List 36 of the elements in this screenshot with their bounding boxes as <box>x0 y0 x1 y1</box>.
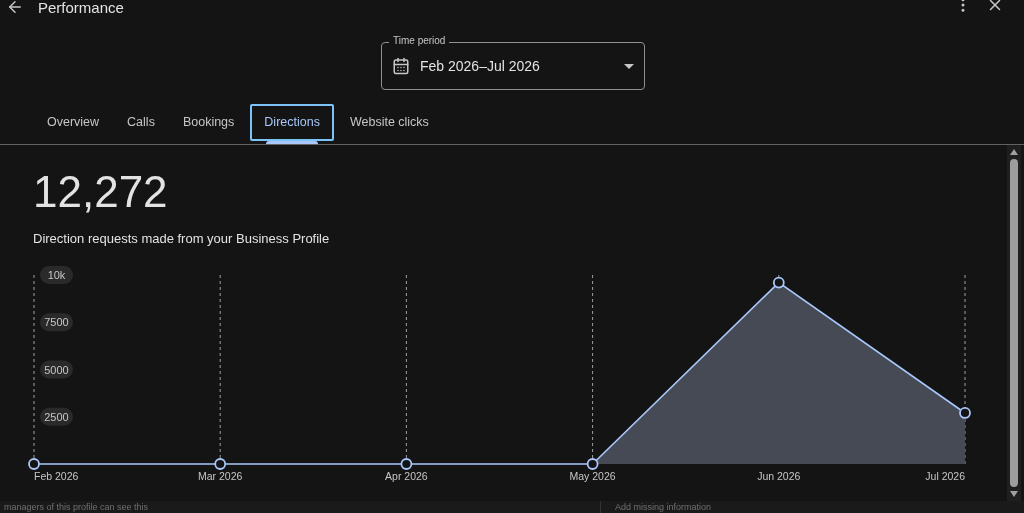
scroll-up-icon[interactable] <box>1010 149 1018 155</box>
time-period-value: Feb 2026–Jul 2026 <box>420 56 541 76</box>
footer-note: managers of this profile can see this <box>3 501 150 513</box>
scroll-down-icon[interactable] <box>1010 491 1018 497</box>
y-axis-label: 10k <box>40 265 73 284</box>
page-title: Performance <box>38 0 124 16</box>
x-axis-label: Jul 2026 <box>925 469 965 482</box>
x-axis-label: May 2026 <box>569 469 616 482</box>
y-tick-label: 2500 <box>44 410 69 423</box>
tab[interactable]: Website clicks <box>337 104 441 141</box>
data-point <box>586 457 599 470</box>
time-period-label: Time period <box>389 35 450 47</box>
x-axis-label: Feb 2026 <box>34 469 79 482</box>
y-tick-label: 10k <box>47 268 66 281</box>
tab[interactable]: Directions <box>250 104 334 141</box>
data-point <box>772 276 785 288</box>
data-point <box>214 457 227 470</box>
y-axis-label: 5000 <box>40 360 73 378</box>
y-tick-label: 7500 <box>44 315 69 328</box>
metric-value: 12,272 <box>33 167 169 217</box>
tab[interactable]: Overview <box>35 104 112 141</box>
y-axis-label: 2500 <box>40 407 73 426</box>
data-point <box>400 457 413 470</box>
data-point <box>28 457 40 470</box>
tab[interactable]: Calls <box>115 104 167 141</box>
data-point <box>959 406 971 419</box>
calendar-icon <box>392 57 410 75</box>
y-axis-label: 7500 <box>40 312 73 331</box>
x-axis-label: Mar 2026 <box>198 469 243 482</box>
y-tick-label: 5000 <box>44 363 69 375</box>
metric-description: Direction requests made from your Business Profile <box>33 230 331 248</box>
x-axis-label: Apr 2026 <box>385 469 428 482</box>
tab[interactable]: Bookings <box>170 104 247 141</box>
x-axis-label: Jun 2026 <box>757 469 801 482</box>
dropdown-caret-icon <box>624 63 634 69</box>
scrollbar[interactable] <box>1007 145 1021 501</box>
